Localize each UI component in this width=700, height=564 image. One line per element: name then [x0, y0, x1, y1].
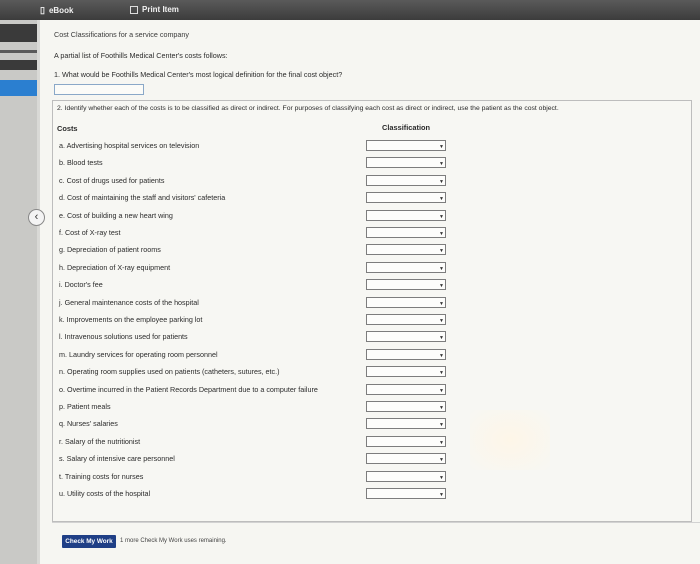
- cost-row-label: m. Laundry services for operating room p…: [59, 349, 218, 359]
- caret-down-icon: ▼: [439, 300, 444, 307]
- classification-select[interactable]: ▼: [366, 366, 446, 378]
- caret-down-icon: ▼: [439, 335, 444, 342]
- caret-down-icon: ▼: [439, 474, 444, 481]
- cost-row-label: p. Patient meals: [59, 402, 111, 411]
- caret-down-icon: ▼: [439, 422, 444, 429]
- classification-select[interactable]: ▼: [366, 470, 446, 482]
- print-item-label: Print Item: [142, 5, 179, 14]
- question-1: 1. What would be Foothills Medical Cente…: [54, 70, 343, 79]
- left-sidebar: [0, 20, 37, 564]
- classification-select[interactable]: ▼: [366, 435, 446, 447]
- classification-select[interactable]: ▼: [366, 314, 446, 325]
- page-title: Cost Classifications for a service compa…: [54, 30, 190, 39]
- caret-down-icon: ▼: [439, 457, 444, 464]
- cost-row-label: b. Blood tests: [59, 158, 103, 168]
- caret-down-icon: ▼: [439, 352, 444, 359]
- caret-down-icon: ▼: [439, 318, 444, 324]
- cost-row-label: i. Doctor's fee: [59, 280, 103, 290]
- cost-row-label: h. Depreciation of X-ray equipment: [59, 262, 171, 272]
- top-toolbar: ▯ eBook Print Item: [0, 0, 700, 20]
- cost-row-label: r. Salary of the nutritionist: [59, 436, 141, 446]
- classification-select[interactable]: ▼: [366, 227, 446, 238]
- cost-row-label: t. Training costs for nurses: [59, 471, 144, 481]
- caret-down-icon: ▼: [439, 248, 444, 255]
- caret-down-icon: ▼: [439, 283, 444, 290]
- classification-select[interactable]: ▼: [366, 140, 446, 151]
- cost-row-label: q. Nurses' salaries: [59, 419, 118, 429]
- question-2: 2. Identify whether each of the costs is…: [57, 105, 559, 112]
- caret-down-icon: ▼: [439, 161, 444, 168]
- remaining-attempts-text: 1 more Check My Work uses remaining.: [120, 538, 227, 544]
- classification-select[interactable]: ▼: [366, 418, 446, 430]
- final-cost-object-input[interactable]: [54, 84, 144, 95]
- check-my-work-button[interactable]: Check My Work: [62, 535, 116, 548]
- sidebar-block[interactable]: [0, 60, 37, 70]
- caret-down-icon: ▼: [439, 439, 444, 446]
- caret-down-icon: ▼: [439, 178, 444, 185]
- cost-row-label: a. Advertising hospital services on tele…: [59, 141, 200, 150]
- screen-glare: [470, 410, 550, 470]
- caret-down-icon: ▼: [439, 405, 444, 411]
- ebook-link[interactable]: ▯ eBook: [40, 5, 73, 16]
- classification-select[interactable]: ▼: [366, 488, 446, 499]
- classification-select[interactable]: ▼: [366, 331, 446, 343]
- cost-row-label: g. Depreciation of patient rooms: [59, 245, 161, 255]
- classification-select[interactable]: ▼: [366, 401, 446, 412]
- classification-select[interactable]: ▼: [366, 157, 446, 169]
- cost-row-label: f. Cost of X-ray test: [59, 228, 121, 237]
- ebook-icon: ▯: [40, 5, 45, 15]
- cost-row-label: l. Intravenous solutions used for patien…: [59, 332, 188, 342]
- classification-select[interactable]: ▼: [366, 348, 446, 360]
- caret-down-icon: ▼: [439, 196, 444, 203]
- intro-text: A partial list of Foothills Medical Cent…: [54, 51, 228, 60]
- caret-down-icon: ▼: [439, 492, 444, 498]
- ebook-label: eBook: [48, 6, 74, 15]
- print-item-link[interactable]: Print Item: [130, 5, 179, 14]
- caret-down-icon: ▼: [439, 213, 444, 220]
- cost-row-label: j. General maintenance costs of the hosp…: [59, 297, 199, 307]
- classification-select[interactable]: ▼: [366, 453, 446, 465]
- cost-row-label: c. Cost of drugs used for patients: [59, 175, 165, 185]
- print-icon: [130, 5, 138, 14]
- cost-row-label: d. Cost of maintaining the staff and vis…: [59, 193, 226, 203]
- sidebar-block[interactable]: [0, 24, 37, 42]
- caret-down-icon: ▼: [439, 370, 444, 377]
- classification-select[interactable]: ▼: [366, 383, 446, 395]
- classification-select[interactable]: ▼: [366, 261, 446, 273]
- cost-row-label: s. Salary of intensive care personnel: [59, 454, 175, 464]
- cost-row-label: u. Utility costs of the hospital: [59, 489, 151, 498]
- classification-select[interactable]: ▼: [366, 192, 446, 204]
- caret-down-icon: ▼: [439, 265, 444, 272]
- caret-down-icon: ▼: [439, 231, 444, 237]
- caret-down-icon: ▼: [439, 387, 444, 394]
- cost-row-label: e. Cost of building a new heart wing: [59, 210, 173, 220]
- sidebar-divider: [0, 50, 37, 53]
- classification-select[interactable]: ▼: [366, 209, 446, 221]
- back-chevron-button[interactable]: ‹: [28, 209, 45, 226]
- cost-row-label: k. Improvements on the employee parking …: [59, 315, 203, 324]
- chevron-left-icon: ‹: [34, 211, 39, 223]
- classification-select[interactable]: ▼: [366, 296, 446, 308]
- caret-down-icon: ▼: [439, 144, 444, 150]
- classification-header: Classification: [382, 123, 431, 132]
- costs-header: Costs: [57, 124, 78, 133]
- cost-row-label: n. Operating room supplies used on patie…: [59, 367, 280, 377]
- footer-divider: [52, 522, 700, 523]
- classification-select[interactable]: ▼: [366, 279, 446, 291]
- classification-select[interactable]: ▼: [366, 244, 446, 256]
- sidebar-active-item[interactable]: [0, 80, 37, 96]
- classification-select[interactable]: ▼: [366, 174, 446, 186]
- cost-row-label: o. Overtime incurred in the Patient Reco…: [59, 384, 318, 394]
